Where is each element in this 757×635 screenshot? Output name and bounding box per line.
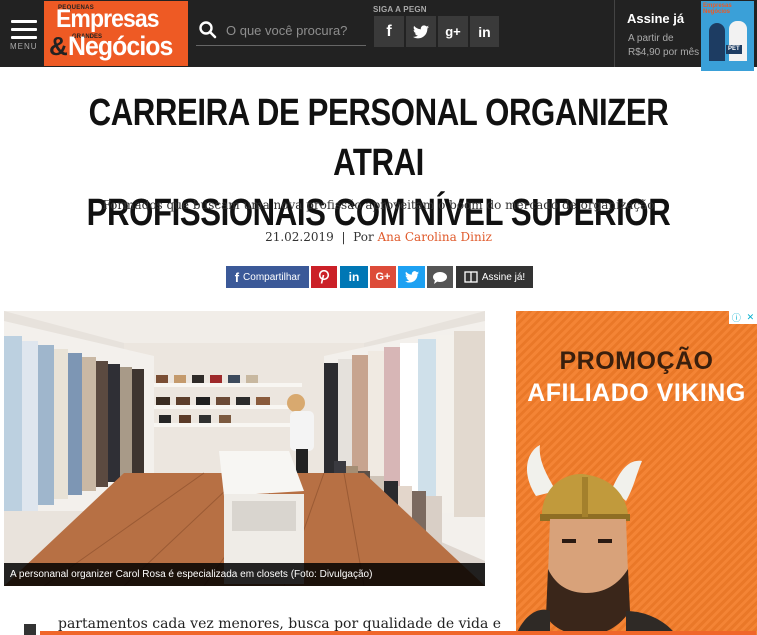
header-divider <box>614 0 615 67</box>
cover-person <box>709 23 725 61</box>
article-meta: 21.02.2019 | Por Ana Carolina Diniz <box>0 230 757 244</box>
by-label: Por <box>353 230 374 244</box>
article-date: 21.02.2019 <box>265 230 334 244</box>
facebook-share-button[interactable]: f Compartilhar <box>226 266 309 288</box>
hamburger-icon <box>11 20 37 23</box>
pinterest-share-button[interactable] <box>311 266 337 288</box>
menu-button[interactable]: MENU <box>8 14 42 54</box>
linkedin-follow-button[interactable]: in <box>470 16 499 47</box>
closet-photo-illustration <box>4 311 485 586</box>
search-bar <box>196 14 366 46</box>
twitter-icon <box>404 271 419 283</box>
twitter-share-button[interactable] <box>398 266 425 288</box>
googleplus-follow-button[interactable]: g+ <box>438 16 468 47</box>
pinterest-icon <box>318 270 330 284</box>
photo-caption: A personanal organizer Carol Rosa é espe… <box>4 563 485 586</box>
subscribe-price-line1: A partir de <box>628 33 674 44</box>
headline-line-1: CARREIRA DE PERSONAL ORGANIZER ATRAI <box>88 92 669 184</box>
facebook-icon: f <box>386 22 392 40</box>
chat-bubble-icon <box>433 271 447 284</box>
top-navigation-bar: MENU PEQUENAS Empresas & GRANDES Negócio… <box>0 0 757 71</box>
close-ad-icon[interactable]: ✕ <box>747 312 755 323</box>
hamburger-icon-bar <box>11 28 37 31</box>
logo-main-bottom: Negócios <box>68 31 173 61</box>
adchoices-icon: ⓘ <box>731 313 741 323</box>
site-logo[interactable]: PEQUENAS Empresas & GRANDES Negócios <box>44 1 188 66</box>
article-headline: CARREIRA DE PERSONAL ORGANIZER ATRAI PRO… <box>68 88 689 238</box>
author-link[interactable]: Ana Carolina Diniz <box>378 230 492 244</box>
logo-main-top: Empresas <box>56 5 160 33</box>
twitter-icon <box>413 24 429 38</box>
social-follow-label: SIGA A PEGN <box>373 5 427 14</box>
article-photo <box>4 311 485 586</box>
googleplus-share-button[interactable]: G+ <box>370 266 396 288</box>
search-icon[interactable] <box>198 20 218 40</box>
facebook-share-label: Compartilhar <box>243 271 301 283</box>
ad-info-badge[interactable]: ⓘ ✕ <box>729 311 757 324</box>
googleplus-icon: G+ <box>375 271 391 283</box>
twitter-follow-button[interactable] <box>406 16 436 47</box>
magazine-badge: PET <box>726 45 742 54</box>
meta-separator: | <box>341 230 346 244</box>
subscribe-share-button[interactable]: Assine já! <box>456 266 533 288</box>
linkedin-icon: in <box>478 23 491 40</box>
linkedin-share-button[interactable]: in <box>340 266 368 288</box>
logo-ampersand: & <box>49 31 68 61</box>
magazine-cover-title: Empresas Negócios <box>703 3 732 15</box>
article-subtitle: Formados que buscam uma nova profissão a… <box>102 198 655 212</box>
advertisement-banner[interactable]: PROMOÇÃO AFILIADO VIKING <box>516 311 757 635</box>
cover-person <box>729 21 747 61</box>
comments-button[interactable] <box>427 266 453 288</box>
menu-label: MENU <box>10 42 38 51</box>
drop-cap-fragment <box>24 624 36 635</box>
article-body-text: partamentos cada vez menores, busca por … <box>58 616 502 632</box>
subscribe-title[interactable]: Assine já <box>627 11 684 26</box>
hamburger-icon-bar <box>11 36 37 39</box>
magazine-title-2: Negócios <box>703 9 731 15</box>
facebook-follow-button[interactable]: f <box>374 16 404 47</box>
subscribe-price-line2: R$4,90 por mês <box>628 47 700 58</box>
bottom-accent-bar <box>40 631 756 635</box>
subscribe-share-label: Assine já! <box>481 271 526 283</box>
googleplus-icon: g+ <box>445 24 461 39</box>
book-icon <box>464 271 478 283</box>
viking-man-illustration <box>516 445 676 635</box>
magazine-cover[interactable]: Empresas Negócios PET <box>701 1 754 71</box>
facebook-icon: f <box>234 269 240 285</box>
search-input[interactable] <box>226 20 364 40</box>
linkedin-icon: in <box>348 270 360 284</box>
